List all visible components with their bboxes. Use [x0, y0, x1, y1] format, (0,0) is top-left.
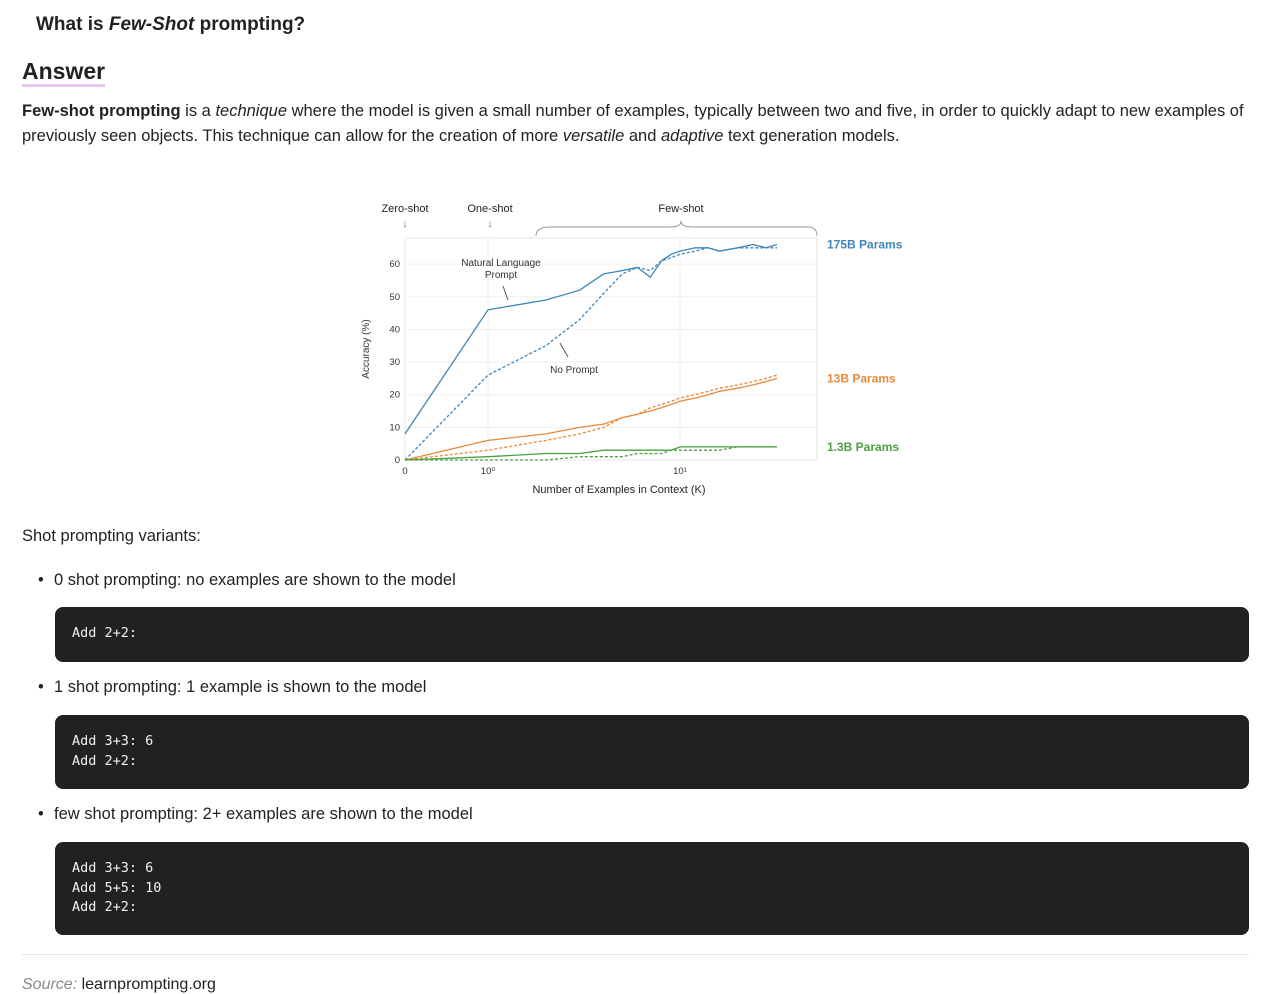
- y-tick-label: 0: [395, 455, 400, 466]
- variant-label: few shot prompting: 2+ examples are show…: [54, 805, 473, 823]
- annotation-label: No Prompt: [550, 365, 598, 376]
- arrow-icon: ↓: [487, 218, 493, 230]
- question-suffix: prompting?: [194, 14, 306, 35]
- answer-bold-term: Few-shot prompting: [22, 102, 181, 120]
- code-line: Add 3+3: 6: [72, 860, 154, 876]
- bullet-dot: •: [38, 678, 44, 696]
- code-line: Add 5+5: 10: [72, 879, 162, 896]
- plot-frame: [404, 237, 818, 461]
- top-label: Zero-shot: [381, 203, 428, 215]
- divider: [22, 954, 1249, 955]
- answer-italic-technique: technique: [215, 102, 287, 120]
- top-label: Few-shot: [658, 203, 703, 215]
- series-label: 1.3B Params: [827, 440, 899, 454]
- series-label: 13B Params: [827, 371, 896, 385]
- annotation-label: Natural Language: [461, 258, 541, 269]
- few-shot-chart: 0 10 20 30 40 50 60 0 10⁰ 10¹ Number of Examples i…: [350, 190, 930, 505]
- answer-paragraph: Few-shot prompting is a technique where …: [22, 99, 1248, 149]
- code-line: Add 2+2:: [72, 899, 138, 915]
- few-shot-brace: [535, 220, 818, 237]
- top-label: One-shot: [467, 203, 512, 215]
- code-block-1: Add 3+3: 6 Add 2+2:: [55, 715, 1249, 789]
- source-label: Source:: [22, 976, 82, 993]
- chart-svg: 0 10 20 30 40 50 60 0 10⁰ 10¹ Number of Examples i…: [361, 203, 903, 496]
- source-line: Source: learnprompting.org: [22, 976, 216, 994]
- series-line: [404, 243, 778, 435]
- variant-label: 0 shot prompting: no examples are shown …: [54, 571, 456, 589]
- x-axis-label: Number of Examples in Context (K): [532, 484, 705, 496]
- variant-item-2: • few shot prompting: 2+ examples are sho…: [38, 805, 473, 824]
- answer-italic-versatile: versatile: [562, 127, 625, 145]
- answer-text-a: is a: [180, 102, 216, 120]
- bullet-dot: •: [38, 571, 44, 589]
- code-block-2: Add 3+3: 6 Add 5+5: 10 Add 2+2:: [55, 842, 1249, 935]
- code-block-0: Add 2+2:: [55, 607, 1249, 662]
- answer-text-c: and: [624, 127, 661, 145]
- annotation-pointer: [502, 285, 509, 301]
- y-tick-label: 40: [389, 324, 400, 335]
- annotation-pointer: [559, 342, 569, 358]
- code-line: Add 3+3: 6: [72, 733, 154, 749]
- question-heading: What is Few-Shot prompting?: [36, 14, 305, 36]
- source-link[interactable]: learnprompting.org: [82, 976, 216, 993]
- question-prefix: What is: [36, 14, 109, 35]
- answer-text-d: text generation models.: [723, 127, 900, 145]
- x-tick-label: 0: [402, 466, 407, 477]
- answer-heading: Answer: [22, 58, 106, 87]
- series-line: [404, 247, 777, 461]
- code-line: Add 2+2:: [72, 752, 138, 769]
- question-emphasis: Few-Shot: [108, 14, 195, 35]
- series-line: [404, 377, 778, 461]
- y-axis-label: Accuracy (%): [361, 319, 372, 378]
- y-tick-label: 60: [389, 259, 400, 270]
- y-tick-label: 10: [389, 422, 400, 433]
- x-tick-label: 10¹: [673, 466, 687, 477]
- series-label: 175B Params: [827, 238, 903, 252]
- variant-item-0: • 0 shot prompting: no examples are shown…: [38, 571, 456, 590]
- variant-label: 1 shot prompting: 1 example is shown to …: [54, 678, 427, 696]
- code-line: Add 2+2:: [72, 625, 138, 641]
- arrow-icon: ↓: [402, 218, 408, 230]
- variant-item-1: • 1 shot prompting: 1 example is shown to…: [38, 678, 426, 697]
- annotation-label: Prompt: [485, 270, 517, 281]
- y-tick-label: 30: [389, 357, 400, 368]
- variants-title: Shot prompting variants:: [22, 527, 201, 545]
- y-tick-label: 50: [389, 292, 400, 303]
- x-tick-label: 10⁰: [481, 466, 496, 477]
- y-tick-label: 20: [389, 390, 400, 401]
- bullet-dot: •: [38, 805, 44, 823]
- answer-italic-adaptive: adaptive: [660, 127, 724, 145]
